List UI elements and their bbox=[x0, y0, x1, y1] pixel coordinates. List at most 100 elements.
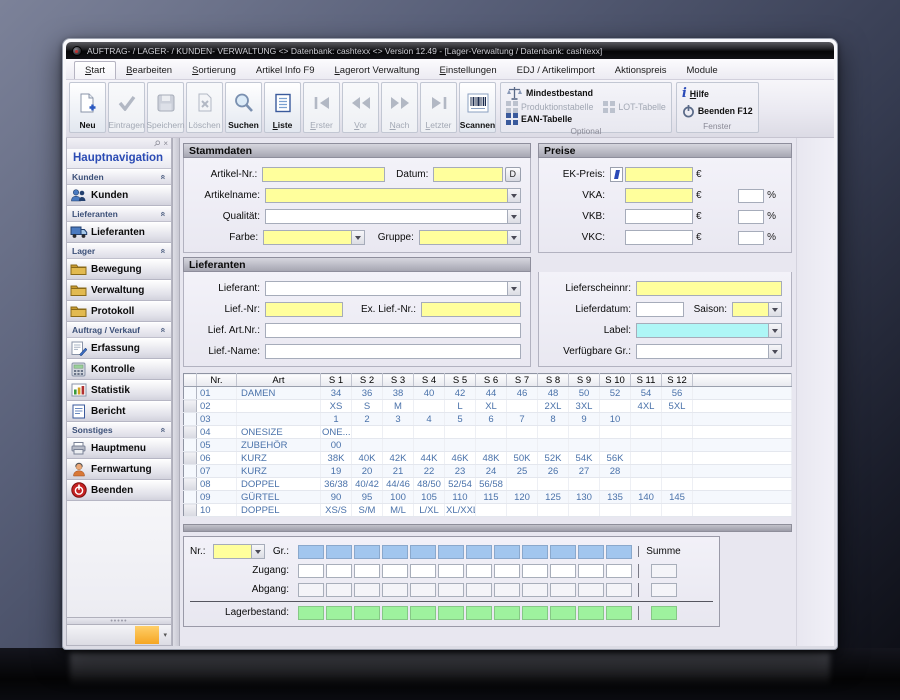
gr-cell[interactable] bbox=[606, 544, 632, 559]
zugang-cell[interactable] bbox=[438, 563, 464, 578]
neu-button[interactable]: Neu bbox=[69, 82, 106, 133]
row-selector[interactable] bbox=[183, 438, 197, 452]
gr-cell[interactable] bbox=[522, 544, 548, 559]
table-row[interactable]: 10 DOPPEL XS/S S/M M/L L/XL XL/XXL bbox=[183, 503, 792, 517]
sidebar-item-lieferanten[interactable]: Lieferanten bbox=[67, 222, 171, 243]
lagerbestand-cell[interactable] bbox=[578, 605, 604, 620]
lieferschein-input[interactable] bbox=[636, 281, 782, 296]
lieferdatum-input[interactable] bbox=[636, 302, 684, 317]
nav-group-sonstiges[interactable]: Sonstiges « bbox=[67, 422, 171, 438]
chevron-down-icon[interactable] bbox=[768, 324, 781, 337]
table-row[interactable]: 02 XS S M L XL 2XL 3XL 4XL 5XL bbox=[183, 399, 792, 413]
löschen-button[interactable]: Löschen bbox=[186, 82, 223, 133]
chevron-down-icon[interactable] bbox=[507, 282, 520, 295]
table-row[interactable]: 06 KURZ 38K 40K 42K 44K 46K 48K 50K 52K 54K 56K bbox=[183, 451, 792, 465]
table-row[interactable]: 08 DOPPEL 36/38 40/42 44/46 48/50 52/54 56/58 bbox=[183, 477, 792, 491]
abgang-cell[interactable] bbox=[382, 582, 408, 597]
datum-input[interactable] bbox=[433, 167, 503, 182]
tab-module[interactable]: Module bbox=[677, 62, 728, 79]
bestand-nr-combo[interactable] bbox=[212, 544, 265, 559]
gr-cell[interactable] bbox=[438, 544, 464, 559]
chevron-down-icon[interactable] bbox=[250, 545, 264, 558]
tab-bearbeiten[interactable]: Bearbeiten bbox=[116, 62, 182, 79]
abgang-cell[interactable] bbox=[550, 582, 576, 597]
nav-group-auftrag-verkauf[interactable]: Auftrag / Verkauf « bbox=[67, 322, 171, 338]
farbe-combo[interactable] bbox=[263, 230, 366, 245]
label-combo[interactable] bbox=[636, 323, 782, 338]
row-selector[interactable] bbox=[183, 386, 197, 400]
sidebar-item-protokoll[interactable]: Protokoll bbox=[67, 301, 171, 322]
lagerbestand-cell[interactable] bbox=[522, 605, 548, 620]
lief-art-nr-input[interactable] bbox=[265, 323, 521, 338]
tab-aktionspreis[interactable]: Aktionspreis bbox=[605, 62, 677, 79]
sidebar-item-bewegung[interactable]: Bewegung bbox=[67, 259, 171, 280]
produktionstabelle-toggle[interactable]: Produktionstabelle bbox=[506, 101, 593, 113]
qualitaet-combo[interactable] bbox=[265, 209, 521, 224]
sidebar-item-verwaltung[interactable]: Verwaltung bbox=[67, 280, 171, 301]
chevron-down-icon[interactable] bbox=[507, 189, 520, 202]
chevron-down-icon[interactable] bbox=[768, 345, 781, 358]
zugang-cell[interactable] bbox=[382, 563, 408, 578]
vkb-input[interactable] bbox=[625, 209, 693, 224]
tab-lagerort-verwaltung[interactable]: Lagerort Verwaltung bbox=[325, 62, 430, 79]
row-selector[interactable] bbox=[183, 451, 197, 465]
scannen-button[interactable]: Scannen bbox=[459, 82, 496, 133]
table-row[interactable]: 03 1 2 3 4 5 6 7 8 9 10 bbox=[183, 412, 792, 426]
sidebar-item-bericht[interactable]: Bericht bbox=[67, 401, 171, 422]
abgang-cell[interactable] bbox=[466, 582, 492, 597]
sidebar-item-fernwartung[interactable]: Fernwartung bbox=[67, 459, 171, 480]
table-row[interactable]: 04 ONESIZE ONE... bbox=[183, 425, 792, 439]
titlebar[interactable]: AUFTRAG- / LAGER- / KUNDEN- VERWALTUNG <… bbox=[66, 42, 834, 59]
lagerbestand-cell[interactable] bbox=[354, 605, 380, 620]
nav-group-lieferanten[interactable]: Lieferanten « bbox=[67, 206, 171, 222]
gruppe-combo[interactable] bbox=[418, 230, 521, 245]
zugang-cell[interactable] bbox=[578, 563, 604, 578]
abgang-cell[interactable] bbox=[410, 582, 436, 597]
table-row[interactable]: 07 KURZ 19 20 21 22 23 24 25 26 27 28 bbox=[183, 464, 792, 478]
ek-preis-input[interactable] bbox=[625, 167, 693, 182]
gr-cell[interactable] bbox=[550, 544, 576, 559]
nach-button[interactable]: Nach bbox=[381, 82, 418, 133]
abgang-cell[interactable] bbox=[354, 582, 380, 597]
sidebar-item-erfassung[interactable]: Erfassung bbox=[67, 338, 171, 359]
gr-cell[interactable] bbox=[354, 544, 380, 559]
sidebar-item-statistik[interactable]: Statistik bbox=[67, 380, 171, 401]
zugang-cell[interactable] bbox=[354, 563, 380, 578]
chevron-down-icon[interactable] bbox=[768, 303, 781, 316]
zugang-cell[interactable] bbox=[466, 563, 492, 578]
row-selector[interactable] bbox=[183, 425, 197, 439]
sidebar-item-kontrolle[interactable]: Kontrolle bbox=[67, 359, 171, 380]
sidebar-item-hauptmenu[interactable]: Hauptmenu bbox=[67, 438, 171, 459]
speichern-button[interactable]: Speichern bbox=[146, 82, 185, 133]
ean-tabelle-toggle[interactable]: EAN-Tabelle bbox=[506, 113, 572, 125]
table-row[interactable]: 09 GÜRTEL 90 95 100 105 110 115 120 125 130 135 140… bbox=[183, 490, 792, 504]
saison-combo[interactable] bbox=[732, 302, 782, 317]
lagerbestand-cell[interactable] bbox=[494, 605, 520, 620]
abgang-cell[interactable] bbox=[578, 582, 604, 597]
beenden-f12-button[interactable]: Beenden F12 bbox=[682, 104, 753, 118]
lagerbestand-cell[interactable] bbox=[326, 605, 352, 620]
lagerbestand-cell[interactable] bbox=[606, 605, 632, 620]
sidebar-splitter[interactable] bbox=[172, 138, 180, 646]
zugang-cell[interactable] bbox=[606, 563, 632, 578]
chevron-down-icon[interactable] bbox=[507, 210, 520, 223]
lagerbestand-cell[interactable] bbox=[298, 605, 324, 620]
section-splitter-bar[interactable] bbox=[183, 524, 792, 532]
tab-einstellungen[interactable]: Einstellungen bbox=[430, 62, 507, 79]
sidebar-item-kunden[interactable]: Kunden bbox=[67, 185, 171, 206]
tab-edj-artikelimport[interactable]: EDJ / Artikelimport bbox=[507, 62, 605, 79]
lagerbestand-cell[interactable] bbox=[410, 605, 436, 620]
abgang-cell[interactable] bbox=[494, 582, 520, 597]
tab-artikel-info-f9[interactable]: Artikel Info F9 bbox=[246, 62, 325, 79]
zugang-cell[interactable] bbox=[494, 563, 520, 578]
row-selector[interactable] bbox=[183, 412, 197, 426]
row-selector[interactable] bbox=[183, 503, 197, 517]
gr-cell[interactable] bbox=[410, 544, 436, 559]
abgang-cell[interactable] bbox=[606, 582, 632, 597]
lief-name-input[interactable] bbox=[265, 344, 521, 359]
zugang-cell[interactable] bbox=[326, 563, 352, 578]
letzter-button[interactable]: Letzter bbox=[420, 82, 457, 133]
tab-start[interactable]: Start bbox=[74, 61, 117, 79]
ek-preis-icon-button[interactable] bbox=[610, 167, 623, 182]
eintragen-button[interactable]: Eintragen bbox=[108, 82, 145, 133]
